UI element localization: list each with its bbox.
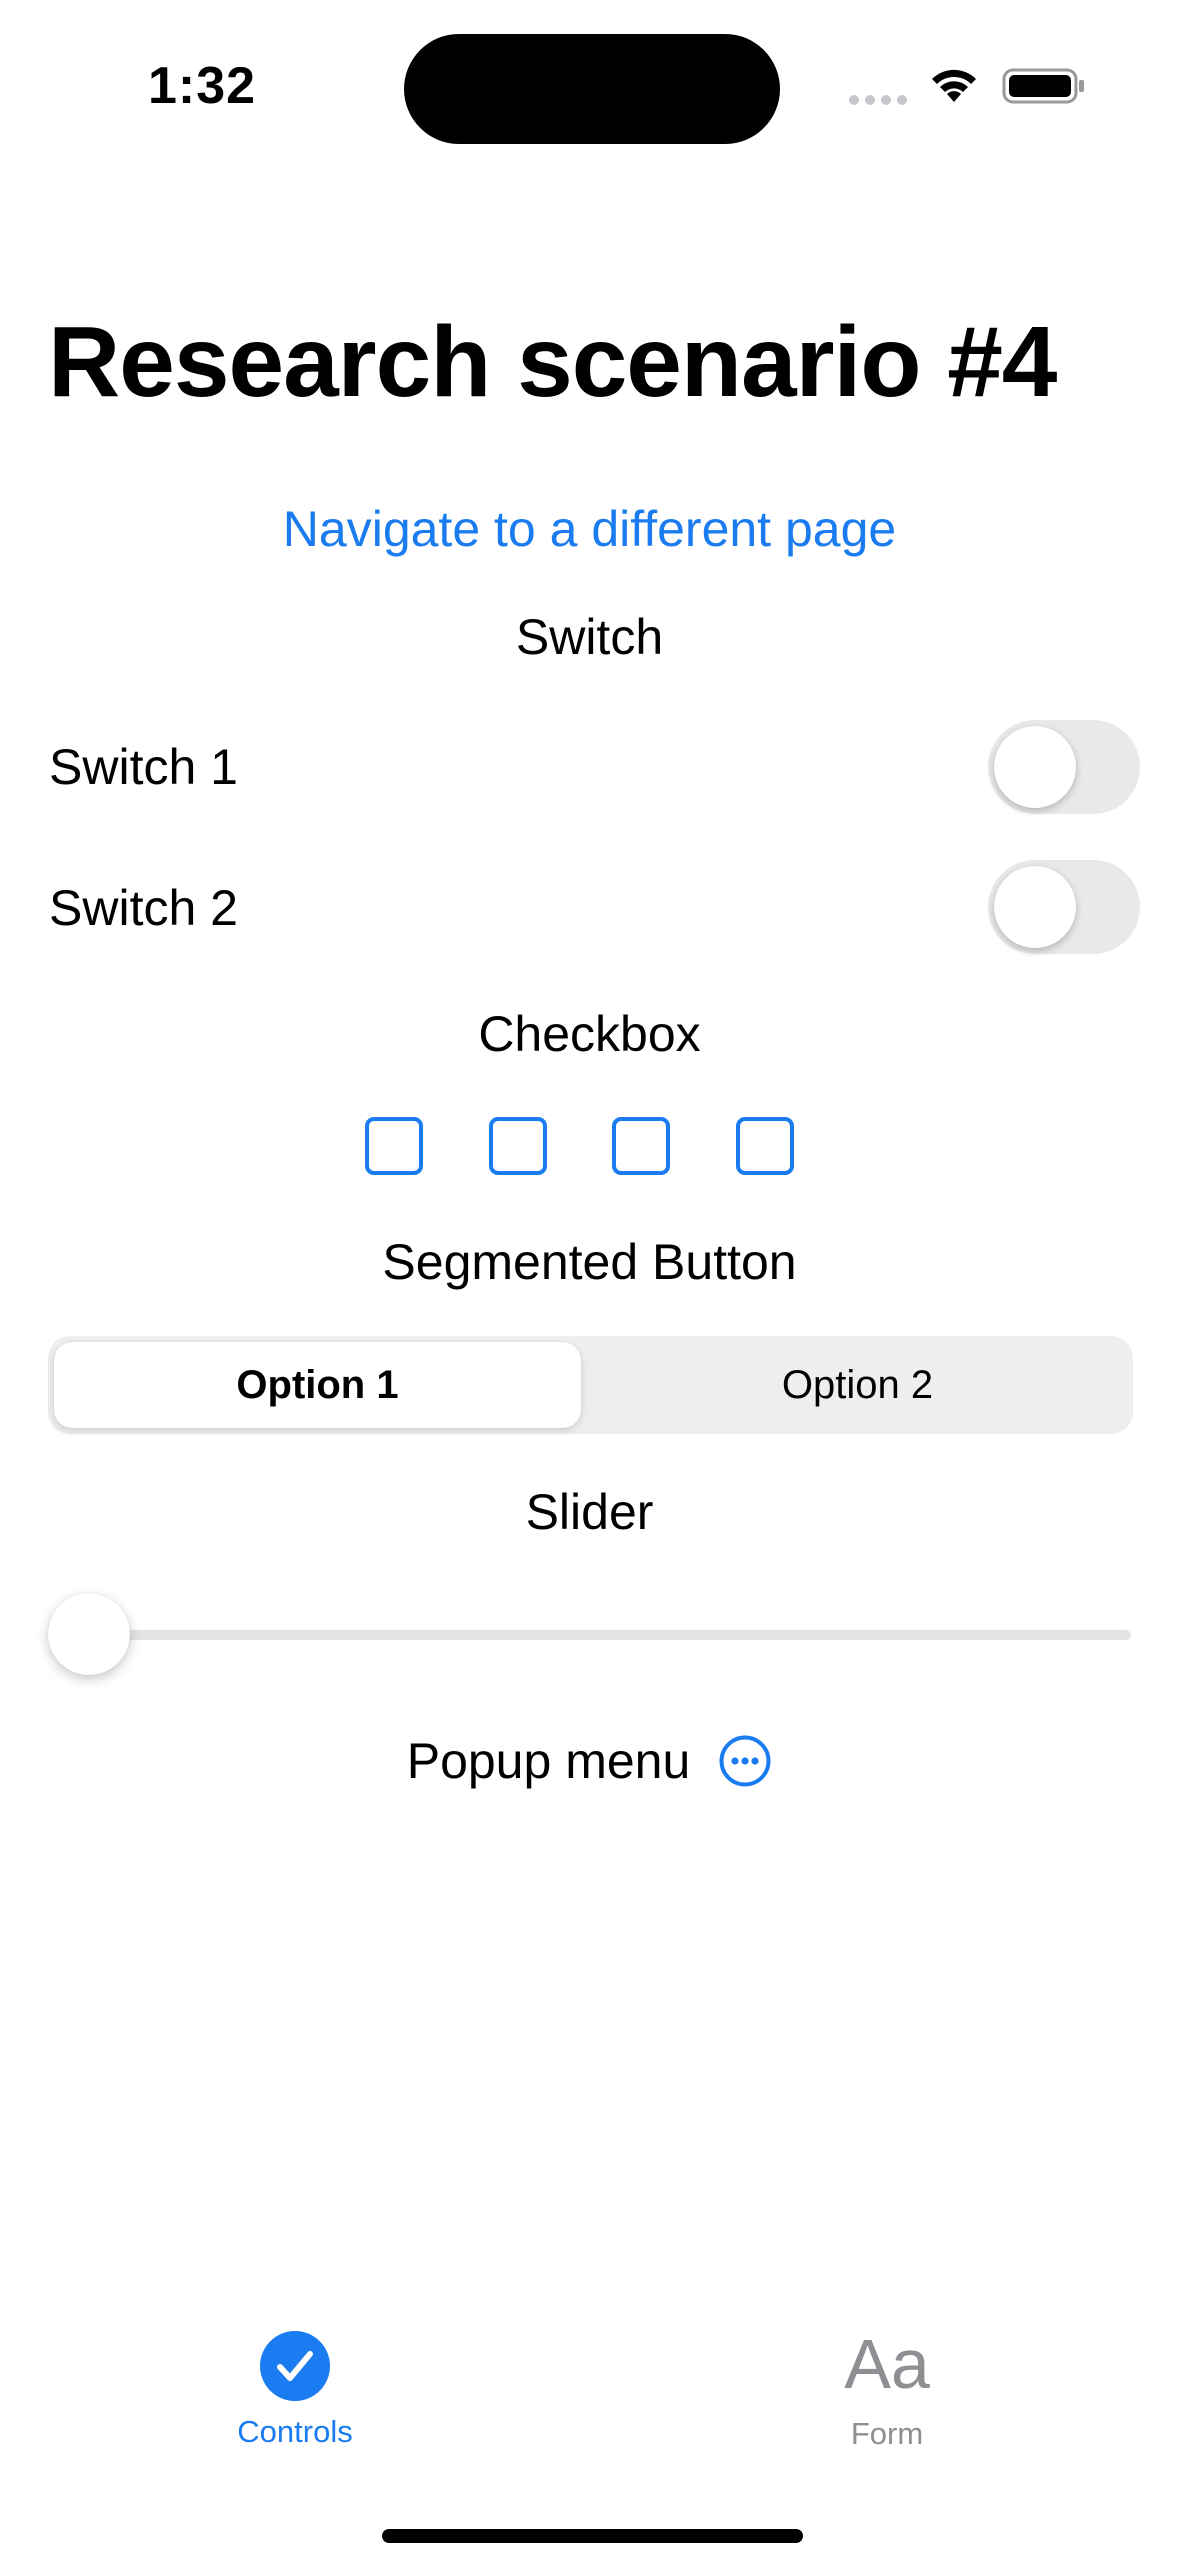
slider-track[interactable] xyxy=(48,1630,1131,1640)
checkmark-circle-icon xyxy=(260,2331,330,2401)
navigate-link[interactable]: Navigate to a different page xyxy=(0,500,1179,558)
popup-menu-label: Popup menu xyxy=(406,1733,691,1789)
switch-1-label: Switch 1 xyxy=(49,739,238,795)
tab-controls-label: Controls xyxy=(237,2414,353,2449)
tab-form[interactable]: Aa Form xyxy=(757,2325,1017,2452)
switch-section-title: Switch xyxy=(515,609,664,665)
tab-controls[interactable]: Controls xyxy=(165,2330,425,2450)
segment-option-1[interactable]: Option 1 xyxy=(54,1342,581,1428)
page-title: Research scenario #4 xyxy=(48,306,1057,418)
screen: 1:32 Research scenario #4 Navigate to a … xyxy=(0,0,1179,2556)
switch-1-toggle[interactable] xyxy=(988,720,1140,814)
segment-option-2[interactable]: Option 2 xyxy=(588,1342,1127,1428)
slider-section-title: Slider xyxy=(525,1484,654,1540)
slider-thumb[interactable] xyxy=(48,1593,130,1675)
segmented-section-title: Segmented Button xyxy=(382,1234,797,1290)
checkbox-4[interactable] xyxy=(736,1117,794,1175)
checkbox-3[interactable] xyxy=(612,1117,670,1175)
switch-2-label: Switch 2 xyxy=(49,880,238,936)
text-format-icon: Aa xyxy=(844,2325,930,2403)
checkbox-2[interactable] xyxy=(489,1117,547,1175)
popup-menu-row: Popup menu xyxy=(0,1732,1179,1790)
battery-icon xyxy=(1002,68,1084,104)
switch-1-knob xyxy=(994,726,1076,808)
switch-2-toggle[interactable] xyxy=(988,860,1140,954)
wifi-icon xyxy=(932,69,976,102)
checkbox-section-title: Checkbox xyxy=(478,1006,701,1062)
ellipsis-circle-icon[interactable] xyxy=(718,1734,772,1788)
cellular-signal-icon xyxy=(849,95,907,105)
checkbox-1[interactable] xyxy=(365,1117,423,1175)
home-indicator xyxy=(382,2529,803,2543)
status-time: 1:32 xyxy=(148,57,257,115)
segmented-control: Option 1 Option 2 xyxy=(48,1336,1133,1434)
dynamic-island xyxy=(404,34,780,144)
switch-2-knob xyxy=(994,866,1076,948)
tab-form-label: Form xyxy=(850,2416,924,2451)
